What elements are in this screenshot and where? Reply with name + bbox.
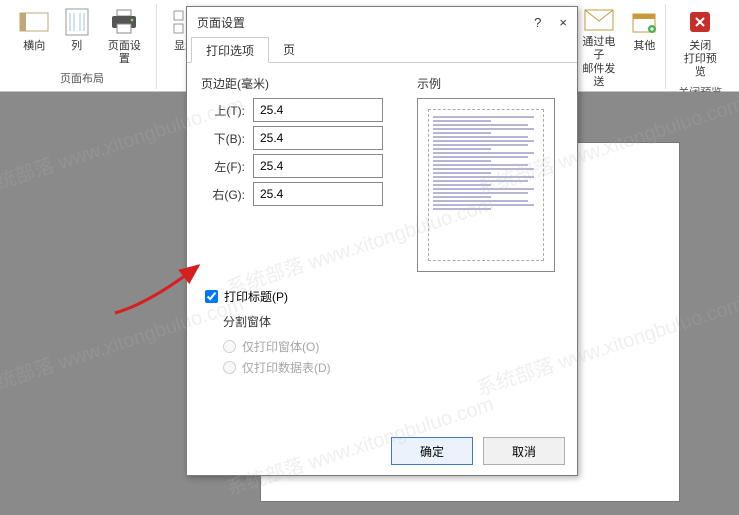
dialog-titlebar[interactable]: 页面设置 ? ×	[187, 7, 577, 37]
margin-left-input[interactable]	[253, 154, 383, 178]
preview-page	[428, 109, 544, 261]
ribbon-group-page-layout: 横向 列 页面设置 页面布局	[8, 4, 157, 89]
dialog-help-button[interactable]: ?	[534, 15, 541, 30]
columns-icon	[61, 6, 93, 38]
printer-icon	[108, 6, 140, 38]
tab-page[interactable]: 页	[269, 37, 309, 62]
margin-top-label: 上(T):	[201, 102, 245, 119]
margin-right-input[interactable]	[253, 182, 383, 206]
preview-group: 示例	[417, 75, 563, 272]
email-button[interactable]: 通过电子 邮件发送	[573, 4, 624, 91]
margin-bottom-input[interactable]	[253, 126, 383, 150]
margin-left-label: 左(F):	[201, 158, 245, 175]
dialog-tabs: 打印选项 页	[187, 37, 577, 63]
other-label: 其他	[633, 40, 655, 53]
preview-box	[417, 98, 555, 272]
other-button[interactable]: 其他	[624, 4, 664, 91]
landscape-label: 横向	[23, 40, 45, 53]
only-data-radio	[223, 361, 236, 374]
page-setup-button[interactable]: 页面设置	[99, 4, 150, 68]
page-setup-label: 页面设置	[105, 40, 144, 66]
columns-button[interactable]: 列	[56, 4, 96, 55]
preview-label: 示例	[417, 75, 563, 92]
only-form-label: 仅打印窗体(O)	[242, 338, 319, 355]
margins-group: 页边距(毫米) 上(T): 下(B): 左(F): 右(G):	[201, 75, 391, 272]
print-title-checkbox[interactable]	[205, 290, 218, 303]
only-form-radio	[223, 340, 236, 353]
tab-print-options[interactable]: 打印选项	[191, 37, 269, 63]
margin-right-label: 右(G):	[201, 186, 245, 203]
dialog-close-button[interactable]: ×	[559, 15, 567, 30]
ok-button[interactable]: 确定	[391, 437, 473, 465]
close-preview-label: 关闭 打印预览	[682, 40, 719, 80]
margins-label: 页边距(毫米)	[201, 75, 391, 92]
ribbon-group-close: 关闭 打印预览 关闭预览	[665, 4, 731, 89]
email-label: 通过电子 邮件发送	[579, 36, 618, 89]
close-preview-button[interactable]: 关闭 打印预览	[676, 4, 725, 82]
only-data-label: 仅打印数据表(D)	[242, 359, 331, 376]
cancel-button[interactable]: 取消	[483, 437, 565, 465]
print-title-label[interactable]: 打印标题(P)	[224, 288, 288, 305]
margin-bottom-label: 下(B):	[201, 130, 245, 147]
envelope-icon	[583, 6, 615, 34]
margin-top-input[interactable]	[253, 98, 383, 122]
columns-label: 列	[71, 40, 82, 53]
close-icon	[684, 6, 716, 38]
print-title-row: 打印标题(P)	[201, 288, 563, 305]
group-title-page-layout: 页面布局	[60, 70, 104, 86]
calendar-icon	[628, 6, 660, 38]
landscape-icon	[18, 6, 50, 38]
split-form-label: 分割窗体	[223, 313, 563, 330]
landscape-button[interactable]: 横向	[14, 4, 54, 55]
dialog-title: 页面设置	[197, 14, 245, 31]
page-setup-dialog: 页面设置 ? × 打印选项 页 页边距(毫米) 上(T): 下(B): 左(F)…	[186, 6, 578, 476]
